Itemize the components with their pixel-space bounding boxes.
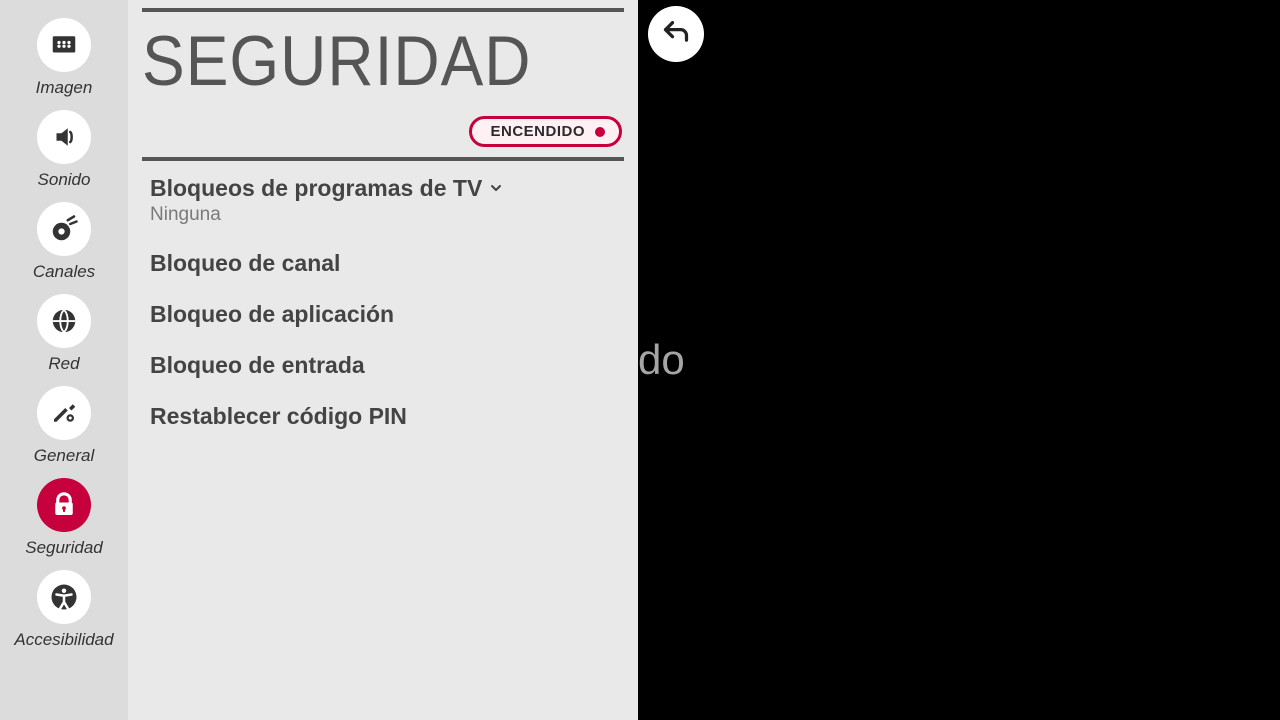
network-icon [37,294,91,348]
background-text: do [638,336,685,384]
sidebar-item-red[interactable]: Red [37,294,91,374]
general-icon [37,386,91,440]
sidebar-item-label: Red [48,354,79,374]
sidebar-item-label: Canales [33,262,95,282]
back-arrow-icon [662,18,690,51]
sidebar-item-imagen[interactable]: Imagen [36,18,93,98]
item-title-text: Bloqueo de canal [150,250,340,277]
item-title-text: Restablecer código PIN [150,403,407,430]
security-toggle[interactable]: ENCENDIDO [469,116,622,147]
sidebar-item-general[interactable]: General [34,386,94,466]
page-title: SEGURIDAD [142,20,624,101]
item-sub-text: Ninguna [150,204,616,226]
sound-icon [37,110,91,164]
sidebar-item-label: Seguridad [25,538,103,558]
settings-panel: SEGURIDAD ENCENDIDO Bloqueos de programa… [128,0,638,720]
sidebar-item-canales[interactable]: Canales [33,202,95,282]
back-button[interactable] [648,6,704,62]
lock-icon [37,478,91,532]
accessibility-icon [37,570,91,624]
item-input-lock[interactable]: Bloqueo de entrada [142,338,624,389]
image-icon [37,18,91,72]
item-title-text: Bloqueo de entrada [150,352,365,379]
item-reset-pin[interactable]: Restablecer código PIN [142,389,624,440]
item-title-text: Bloqueos de programas de TV [150,175,482,202]
toggle-indicator-icon [595,127,605,137]
sidebar-item-seguridad[interactable]: Seguridad [25,478,103,558]
item-channel-lock[interactable]: Bloqueo de canal [142,236,624,287]
channels-icon [37,202,91,256]
chevron-down-icon [488,175,504,202]
item-title-text: Bloqueo de aplicación [150,301,394,328]
item-tv-program-locks[interactable]: Bloqueos de programas de TV Ninguna [142,161,624,236]
sidebar-item-label: Sonido [38,170,91,190]
sidebar-item-label: Imagen [36,78,93,98]
sidebar: Imagen Sonido Canales Red General Seguri… [0,0,128,720]
sidebar-item-sonido[interactable]: Sonido [37,110,91,190]
divider [142,8,624,12]
toggle-label: ENCENDIDO [490,123,585,140]
sidebar-item-accesibilidad[interactable]: Accesibilidad [14,570,113,650]
item-app-lock[interactable]: Bloqueo de aplicación [142,287,624,338]
sidebar-item-label: Accesibilidad [14,630,113,650]
content-area: do [638,0,1280,720]
sidebar-item-label: General [34,446,94,466]
